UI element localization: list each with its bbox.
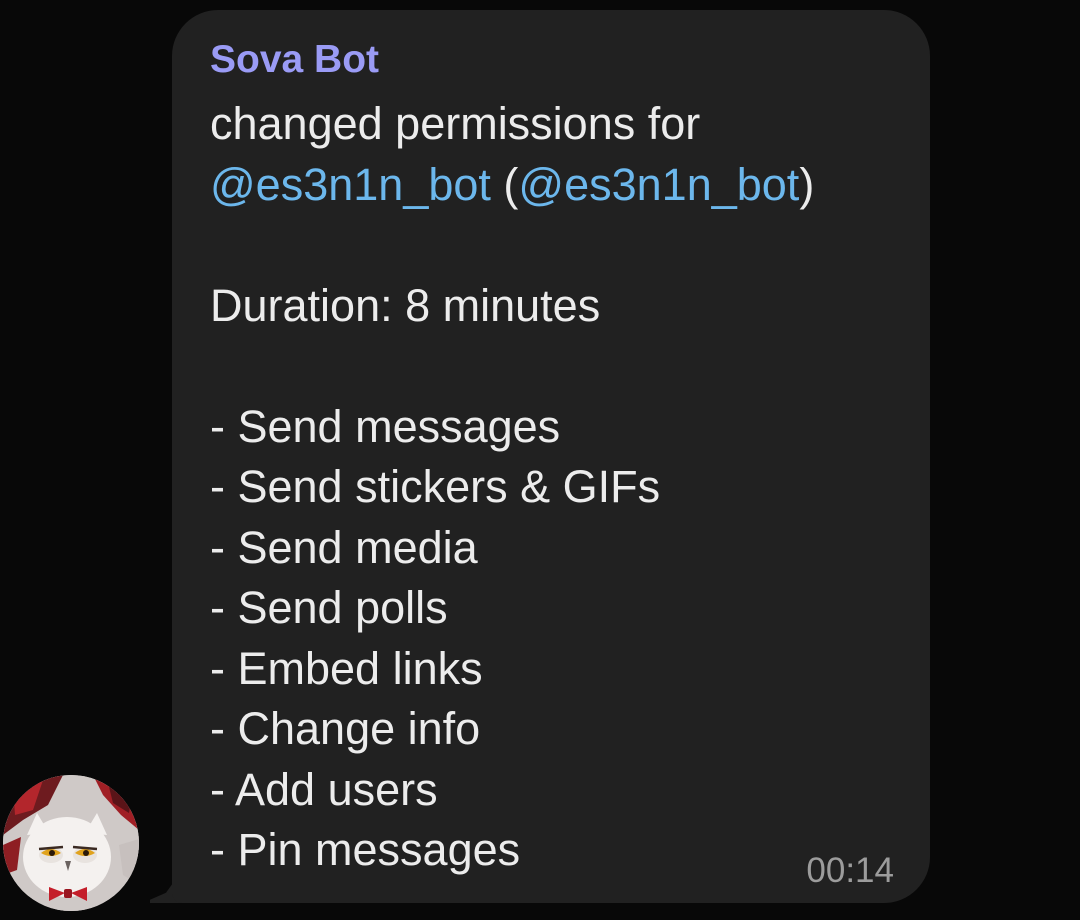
mention-link-primary[interactable]: @es3n1n_bot xyxy=(210,159,491,210)
mention-line: @es3n1n_bot (@es3n1n_bot) xyxy=(210,155,930,216)
permission-item: - Send stickers & GIFs xyxy=(210,461,661,512)
permission-item: - Change info xyxy=(210,703,481,754)
message-intro: changed permissions for xyxy=(210,98,701,149)
permission-item: - Send media xyxy=(210,521,478,573)
permission-item: - Send messages xyxy=(210,400,561,452)
sender-avatar[interactable] xyxy=(3,775,139,911)
permission-item: - Embed links xyxy=(210,642,483,694)
message-bubble[interactable]: Sova Bot changed permissions for @es3n1n… xyxy=(172,10,930,903)
permission-item: - Add users xyxy=(210,763,438,815)
owl-avatar-icon xyxy=(3,775,139,911)
duration-text: Duration: 8 minutes xyxy=(210,279,601,331)
sender-name[interactable]: Sova Bot xyxy=(210,36,930,84)
permission-item: - Send polls xyxy=(210,582,448,633)
chat-view: Sova Bot changed permissions for @es3n1n… xyxy=(0,0,1080,920)
mention-link-secondary[interactable]: @es3n1n_bot xyxy=(518,159,799,210)
paren-close: ) xyxy=(799,158,815,210)
paren-open: ( xyxy=(490,158,519,210)
message-timestamp: 00:14 xyxy=(806,851,894,890)
